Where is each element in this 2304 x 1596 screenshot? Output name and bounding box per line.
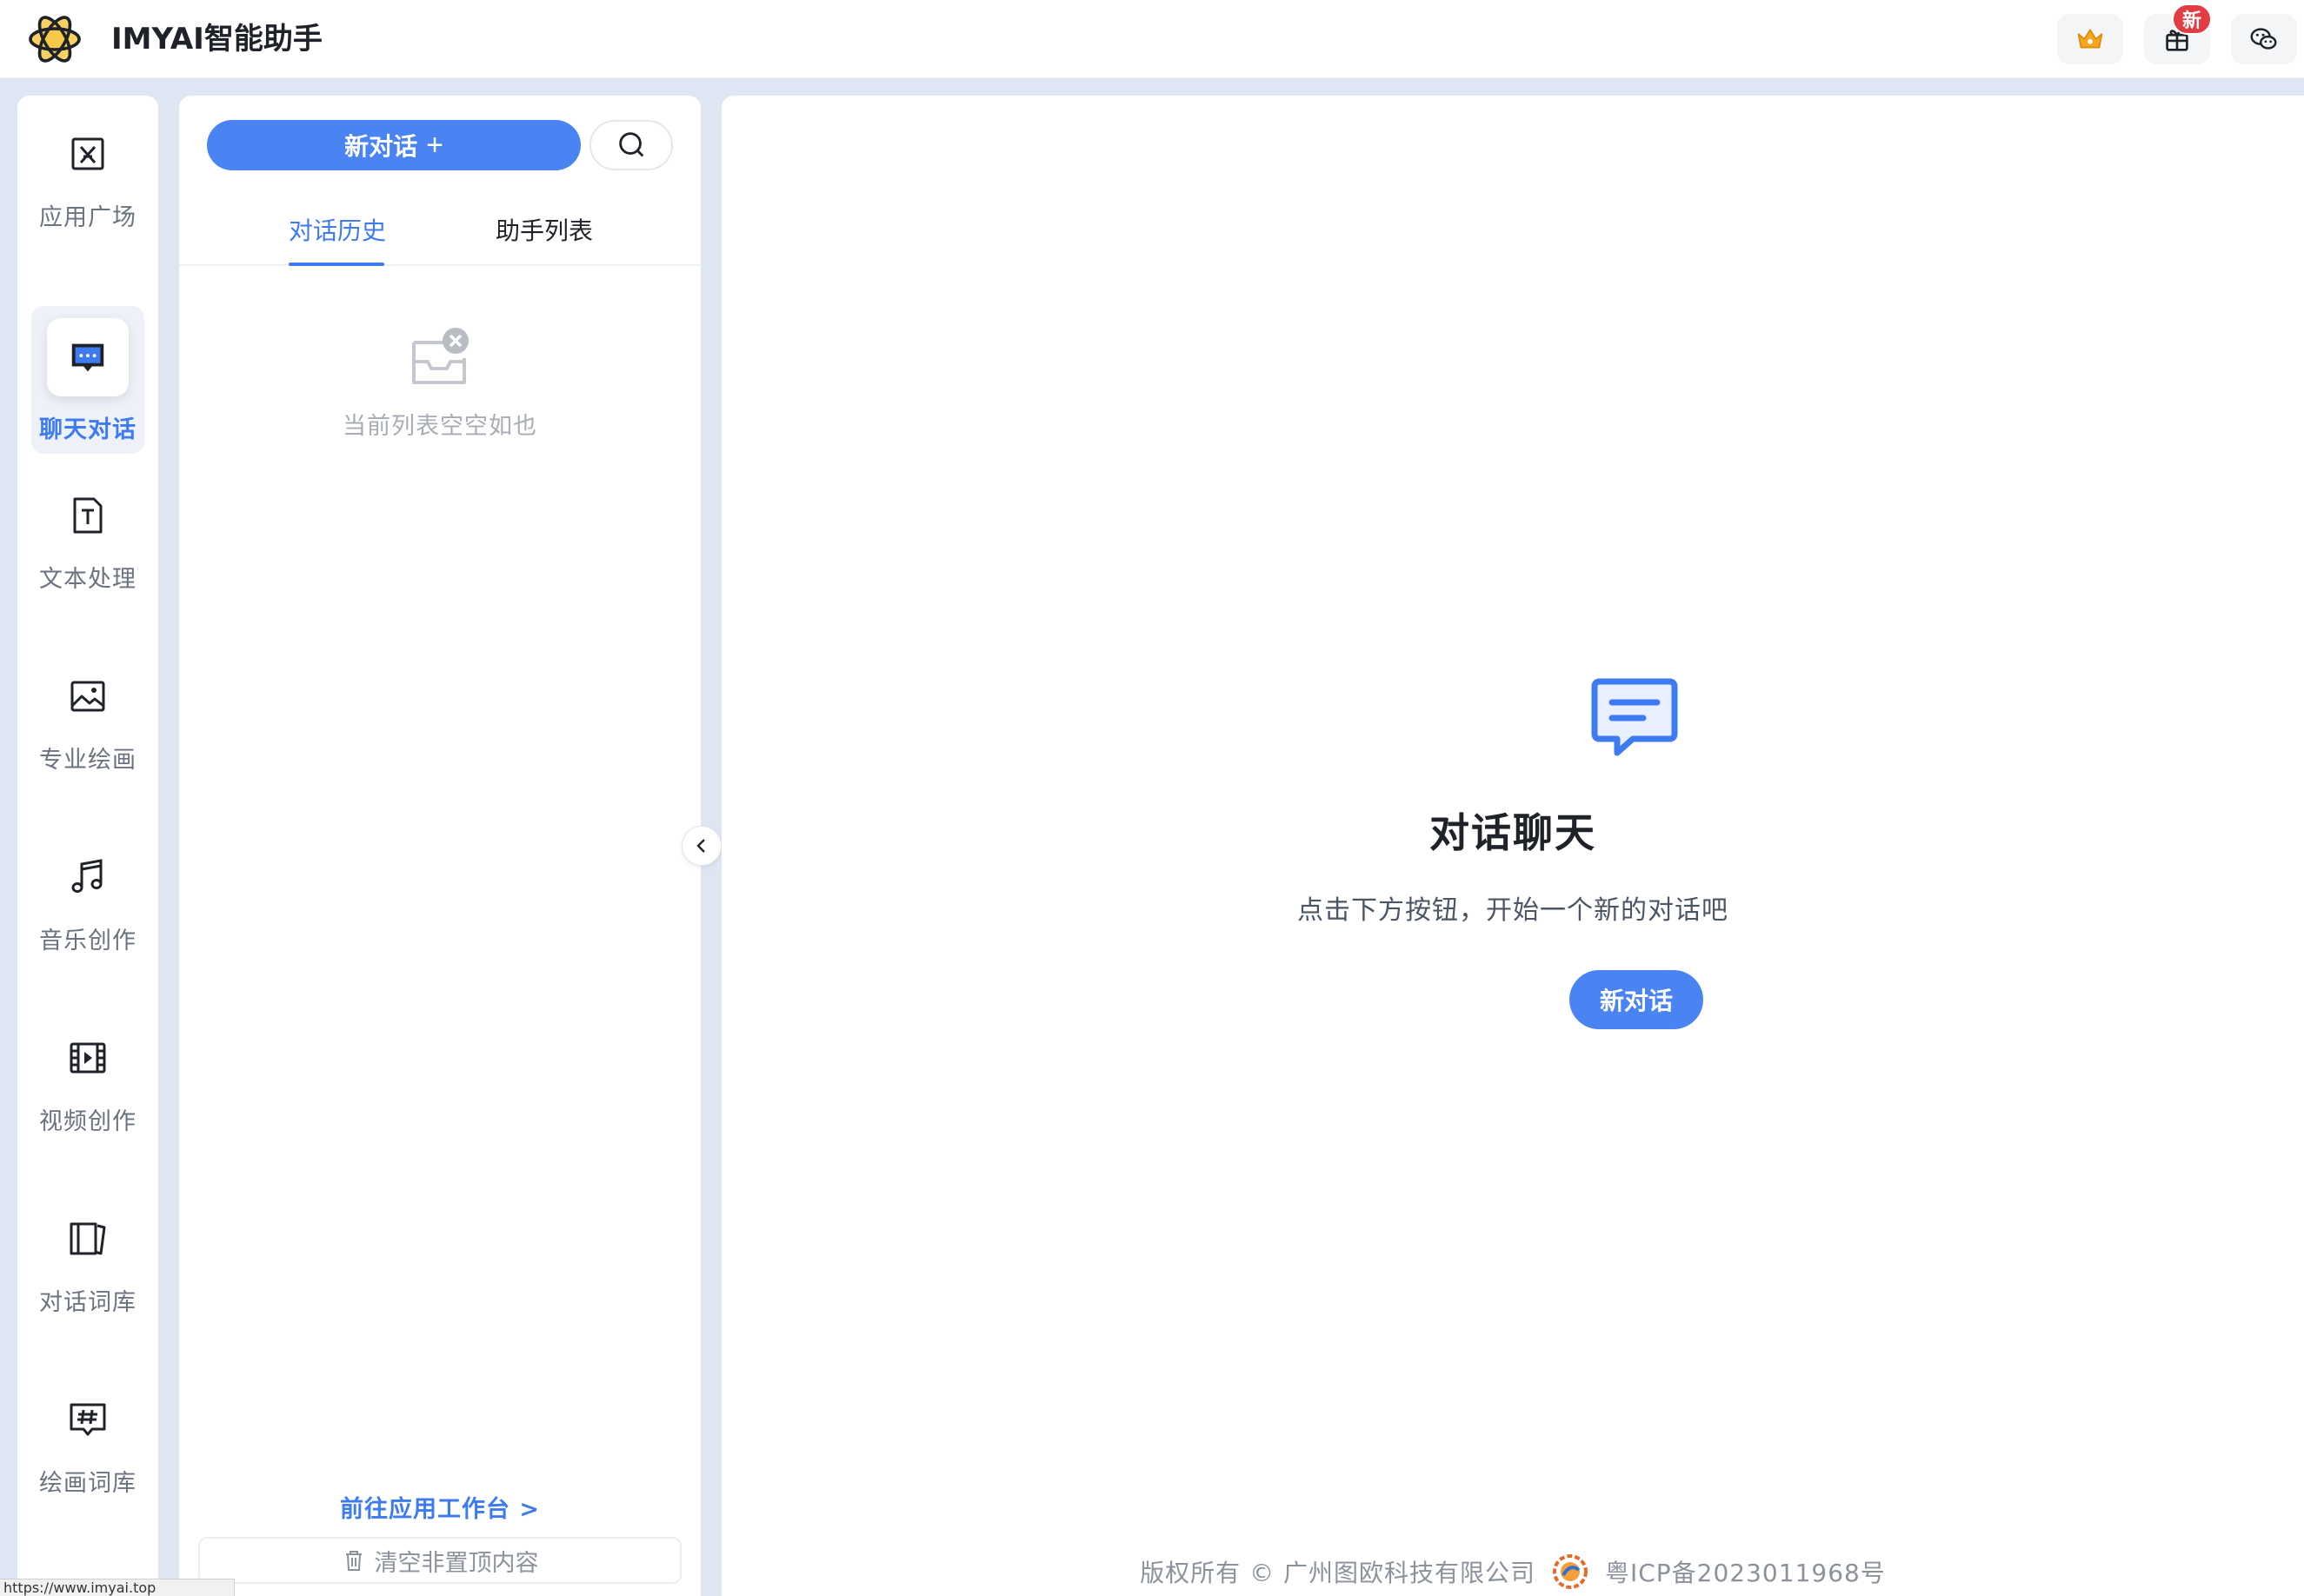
hashtag-board-icon: [61, 1393, 115, 1446]
tab-assistant-list[interactable]: 助手列表: [496, 214, 593, 249]
panel-tabs: 对话历史 助手列表: [179, 207, 701, 266]
nav-label: 文本处理: [39, 566, 137, 593]
left-navigation: 应用广场 聊天对话 文本处理 专业绘画 音乐创作 视频创作 对话词库 绘画词库: [17, 96, 158, 1596]
icp-badge-icon: [1552, 1554, 1588, 1589]
nav-label: 对话词库: [39, 1289, 137, 1316]
new-chat-button[interactable]: 新对话 +: [207, 120, 581, 170]
nav-label: 专业绘画: [39, 747, 137, 774]
clear-label: 清空非置顶内容: [374, 1549, 539, 1577]
top-header: IMYAI智能助手 新: [0, 0, 2304, 78]
chat-message-icon: [1591, 678, 1678, 756]
search-icon: [619, 132, 644, 157]
book-library-icon: [61, 1212, 115, 1266]
new-badge: 新: [2172, 3, 2212, 35]
nav-label: 应用广场: [39, 204, 137, 231]
chat-bubble-icon[interactable]: [47, 318, 129, 396]
text-document-icon: [61, 489, 115, 542]
history-panel: 新对话 + 对话历史 助手列表 当前列表空空如也 前往应用工作台 > 清空非置顶…: [179, 96, 701, 1596]
nav-item-painting-prompts[interactable]: 绘画词库: [17, 1361, 158, 1518]
nav-item-text-processing[interactable]: 文本处理: [17, 457, 158, 614]
nav-label: 视频创作: [39, 1108, 137, 1135]
copyright-text: 版权所有 © 广州图欧科技有限公司: [1140, 1559, 1535, 1587]
wechat-button[interactable]: [2231, 14, 2297, 64]
gift-button[interactable]: 新: [2144, 3, 2212, 64]
nav-item-music[interactable]: 音乐创作: [17, 819, 158, 975]
nav-label: 绘画词库: [39, 1470, 137, 1497]
app-store-icon: [61, 127, 115, 181]
empty-inbox-icon: [412, 328, 469, 384]
wechat-icon: [2250, 28, 2277, 50]
start-new-chat-button[interactable]: 新对话: [1569, 970, 1703, 1029]
collapse-panel-button[interactable]: [682, 826, 722, 866]
main-subtitle: 点击下方按钮，开始一个新的对话吧: [1297, 895, 1728, 926]
image-icon: [61, 669, 115, 723]
crown-icon: [2077, 29, 2103, 49]
openai-logo-icon[interactable]: [26, 10, 83, 68]
tab-chat-history[interactable]: 对话历史: [289, 214, 386, 249]
empty-list-text: 当前列表空空如也: [343, 413, 537, 440]
goto-workbench-link[interactable]: 前往应用工作台 >: [179, 1490, 701, 1524]
new-chat-label: 新对话: [344, 133, 418, 160]
music-note-icon: [61, 850, 115, 904]
video-film-icon: [61, 1031, 115, 1085]
nav-item-chat[interactable]: 聊天对话: [17, 410, 158, 444]
clear-unpinned-button[interactable]: 清空非置顶内容: [198, 1537, 682, 1584]
trash-icon: [345, 1551, 362, 1571]
nav-item-app-store[interactable]: 应用广场: [17, 96, 158, 252]
active-tab-indicator: [289, 263, 384, 266]
vip-button[interactable]: [2057, 14, 2123, 64]
nav-item-painting[interactable]: 专业绘画: [17, 638, 158, 795]
nav-label: 音乐创作: [39, 928, 137, 954]
search-button[interactable]: [589, 120, 673, 170]
footer: 版权所有 © 广州图欧科技有限公司 粤ICP备2023011968号: [722, 1553, 2304, 1591]
icp-link[interactable]: 粤ICP备2023011968号: [1605, 1554, 1886, 1589]
nav-item-video[interactable]: 视频创作: [17, 1000, 158, 1156]
plus-icon: +: [426, 128, 443, 162]
nav-item-chat-prompts[interactable]: 对话词库: [17, 1180, 158, 1337]
link-status-tooltip: https://www.imyai.top: [0, 1579, 235, 1596]
main-content: 对话聊天 点击下方按钮，开始一个新的对话吧 新对话 版权所有 © 广州图欧科技有…: [722, 96, 2304, 1596]
app-title: IMYAI智能助手: [111, 22, 323, 57]
chevron-left-icon: [696, 839, 705, 853]
main-title: 对话聊天: [1429, 809, 1596, 856]
